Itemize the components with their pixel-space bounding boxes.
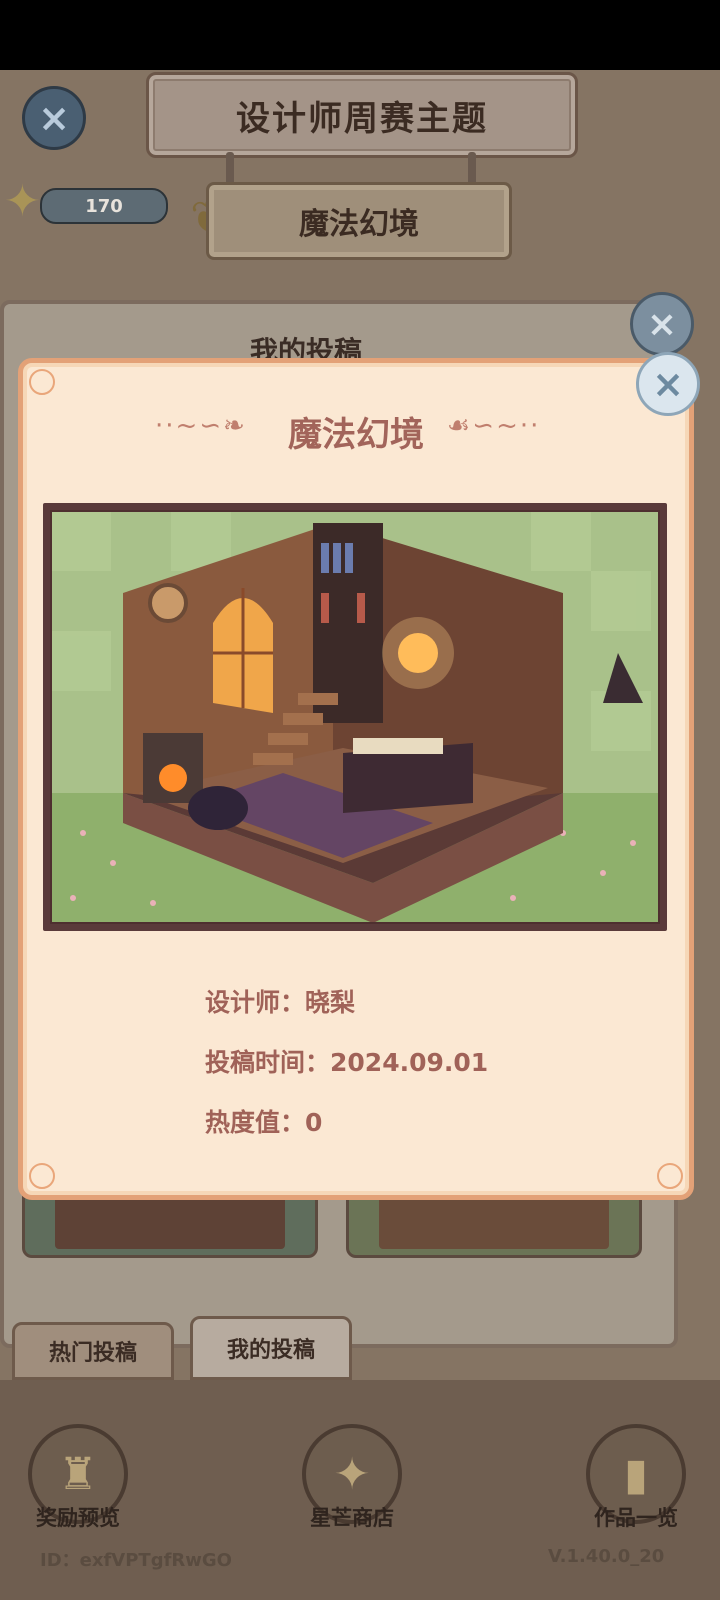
title-plaque: 设计师周赛主题 bbox=[146, 72, 578, 158]
star-count: 170 bbox=[40, 188, 168, 224]
reward-preview-label: 奖励预览 bbox=[36, 1506, 120, 1530]
work-detail-modal: ··~∽❧ 魔法幻境 ☙∽~·· 设计师：晓梨 投稿时间：2024.09.01 … bbox=[18, 358, 694, 1200]
corner-ornament-icon bbox=[29, 369, 55, 395]
chain-left bbox=[226, 152, 234, 186]
designer-name: 晓梨 bbox=[305, 988, 356, 1017]
modal-title: 魔法幻境 bbox=[288, 415, 424, 455]
works-list-label: 作品一览 bbox=[594, 1506, 678, 1530]
modal-close-icon[interactable]: × bbox=[636, 352, 700, 416]
submit-time-value: 2024.09.01 bbox=[330, 1048, 489, 1077]
designer-row: 设计师：晓梨 bbox=[205, 983, 355, 1019]
corner-ornament-icon bbox=[657, 1163, 683, 1189]
artwork-image bbox=[43, 503, 667, 931]
heat-row: 热度值：0 bbox=[205, 1103, 322, 1139]
title-ornament-right-icon: ☙∽~·· bbox=[447, 411, 541, 441]
submit-time-row: 投稿时间：2024.09.01 bbox=[205, 1043, 488, 1079]
star-icon: ✦ bbox=[4, 176, 41, 227]
chain-right bbox=[468, 152, 476, 186]
reward-preview-button[interactable]: ♜ 奖励预览 bbox=[28, 1424, 128, 1532]
theme-name: 魔法幻境 bbox=[299, 207, 419, 242]
star-counter: 170 ✦ bbox=[4, 176, 168, 227]
user-id: ID：exfVPTgfRwGO bbox=[40, 1550, 232, 1571]
submit-time-label: 投稿时间： bbox=[205, 1048, 331, 1077]
star-shop-button[interactable]: ✦ 星芒商店 bbox=[302, 1424, 402, 1532]
heat-value: 0 bbox=[305, 1108, 323, 1137]
version-text: V.1.40.0_20 bbox=[548, 1546, 665, 1567]
status-bar bbox=[0, 0, 720, 70]
heat-label: 热度值： bbox=[205, 1108, 306, 1137]
star-shop-label: 星芒商店 bbox=[310, 1506, 394, 1530]
corner-ornament-icon bbox=[29, 1163, 55, 1189]
panel-close-icon[interactable]: × bbox=[630, 292, 694, 356]
works-list-button[interactable]: ▮ 作品一览 bbox=[586, 1424, 686, 1532]
tab-hot-submissions[interactable]: 热门投稿 bbox=[12, 1322, 174, 1380]
tab-my-submissions[interactable]: 我的投稿 bbox=[190, 1316, 352, 1380]
theme-plaque: 魔法幻境 bbox=[206, 182, 512, 260]
designer-label: 设计师： bbox=[205, 988, 306, 1017]
page-title: 设计师周赛主题 bbox=[236, 98, 488, 139]
close-icon[interactable]: × bbox=[22, 86, 86, 150]
